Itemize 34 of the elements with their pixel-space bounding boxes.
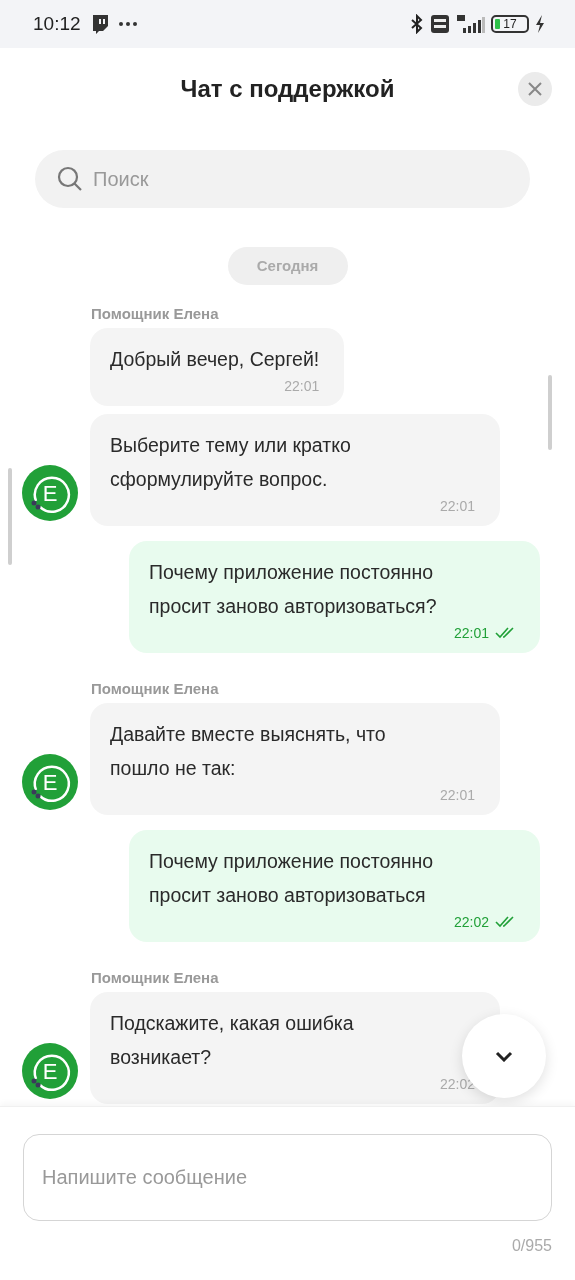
sender-name: Помощник Елена [91,305,219,323]
signal-icon [455,14,485,34]
message-time: 22:02 [453,914,489,930]
battery-icon: 17 [491,15,529,33]
message-time: 22:01 [284,378,320,394]
sender-name: Помощник Елена [91,680,219,698]
bluetooth-icon [409,14,425,34]
message-time: 22:01 [439,787,475,803]
avatar: Е [22,754,78,810]
sender-name: Помощник Елена [91,969,219,987]
chat-bubble-icon [90,14,109,34]
clock-time: 10:12 [33,13,81,35]
charging-icon [535,15,545,33]
close-button[interactable] [518,72,552,106]
character-counter: 0/955 [511,1237,552,1255]
avatar: Е [22,1043,78,1099]
search-field[interactable]: Поиск [35,150,530,208]
message-text: Почему приложение постоянно просит заново авторизоваться [149,849,435,908]
message-time: 22:01 [453,625,489,641]
message-text: Давайте вместе выяснять, что пошло не так: [110,722,387,781]
date-label: Сегодня [227,247,348,285]
chevron-down-icon [495,1050,513,1062]
search-icon [57,166,83,192]
message-text: Почему приложение постоянно просит заново авторизоваться? [149,560,438,619]
close-icon [528,82,542,96]
message-text: Добрый вечер, Сергей! [110,347,320,372]
message-field[interactable]: Напишите сообщение [23,1134,552,1221]
message-text: Подскажите, какая ошибка возникает? [110,1011,355,1070]
window-title: Чат с поддержкой [180,74,395,104]
volte-icon [431,15,449,33]
message-time: 22:01 [439,498,475,514]
more-icon [118,22,137,26]
message-text: Выберите тему или кратко сформулируйте вопрос. [110,433,352,492]
avatar: Е [22,465,78,521]
